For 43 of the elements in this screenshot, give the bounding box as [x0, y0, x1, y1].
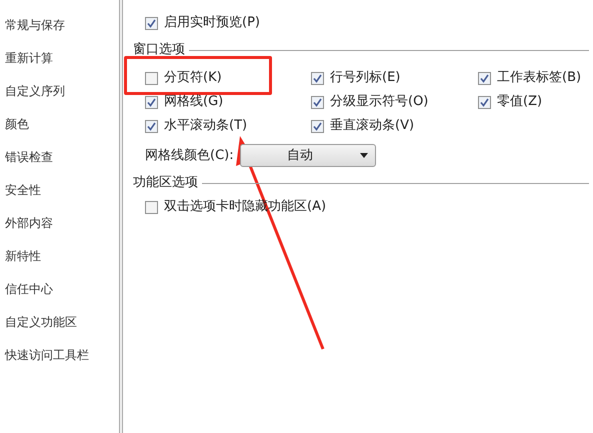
sidebar-item[interactable]: 重新计算 — [5, 41, 119, 74]
sidebar-item[interactable]: 外部内容 — [5, 206, 119, 239]
section-title: 窗口选项 — [133, 41, 185, 60]
checkbox-label: 零值(Z) — [497, 93, 542, 112]
field-label: 网格线颜色(C): — [145, 146, 234, 165]
checkmark-icon — [147, 18, 156, 28]
sidebar-item[interactable]: 自定义功能区 — [5, 305, 119, 338]
checkbox[interactable] — [145, 72, 158, 84]
checkbox-label: 启用实时预览(P) — [164, 14, 260, 32]
checkmark-icon — [147, 98, 156, 106]
checkbox[interactable] — [145, 120, 158, 132]
sidebar-item[interactable]: 常规与保存 — [5, 8, 119, 41]
sidebar-item[interactable]: 快速访问工具栏 — [5, 338, 119, 371]
checkbox-label: 分级显示符号(O) — [330, 93, 428, 112]
checkbox[interactable] — [145, 96, 158, 108]
sidebar-item[interactable]: 颜色 — [5, 107, 119, 140]
checkmark-icon — [313, 98, 322, 106]
checkbox-label: 工作表标签(B) — [497, 69, 582, 88]
sidebar-item[interactable]: 信任中心 — [5, 272, 119, 305]
checkbox[interactable] — [311, 72, 324, 84]
caret-icon — [360, 153, 368, 158]
sidebar-item[interactable]: 自定义序列 — [5, 74, 119, 107]
checkmark-icon — [480, 98, 489, 106]
checkbox-label: 网格线(G) — [164, 93, 224, 112]
checkbox-label: 垂直滚动条(V) — [330, 117, 414, 136]
color-dropdown[interactable]: 自动 — [240, 144, 376, 167]
checkmark-icon — [313, 74, 322, 82]
checkbox[interactable] — [478, 96, 491, 108]
checkbox[interactable] — [311, 120, 324, 132]
checkbox[interactable] — [478, 72, 491, 84]
sidebar-item[interactable]: 错误检查 — [5, 140, 119, 173]
checkmark-icon — [147, 122, 156, 130]
checkmark-icon — [313, 122, 322, 130]
checkbox[interactable] — [145, 16, 158, 30]
section-title: 功能区选项 — [133, 174, 198, 192]
checkmark-icon — [480, 74, 489, 82]
checkbox-label: 分页符(K) — [164, 69, 222, 88]
checkbox-label: 水平滚动条(T) — [164, 117, 248, 136]
sidebar-item[interactable]: 新特性 — [5, 239, 119, 272]
checkbox[interactable] — [311, 96, 324, 108]
checkbox-label: 行号列标(E) — [330, 69, 400, 88]
checkbox[interactable] — [145, 200, 158, 214]
sidebar-item[interactable]: 安全性 — [5, 173, 119, 206]
